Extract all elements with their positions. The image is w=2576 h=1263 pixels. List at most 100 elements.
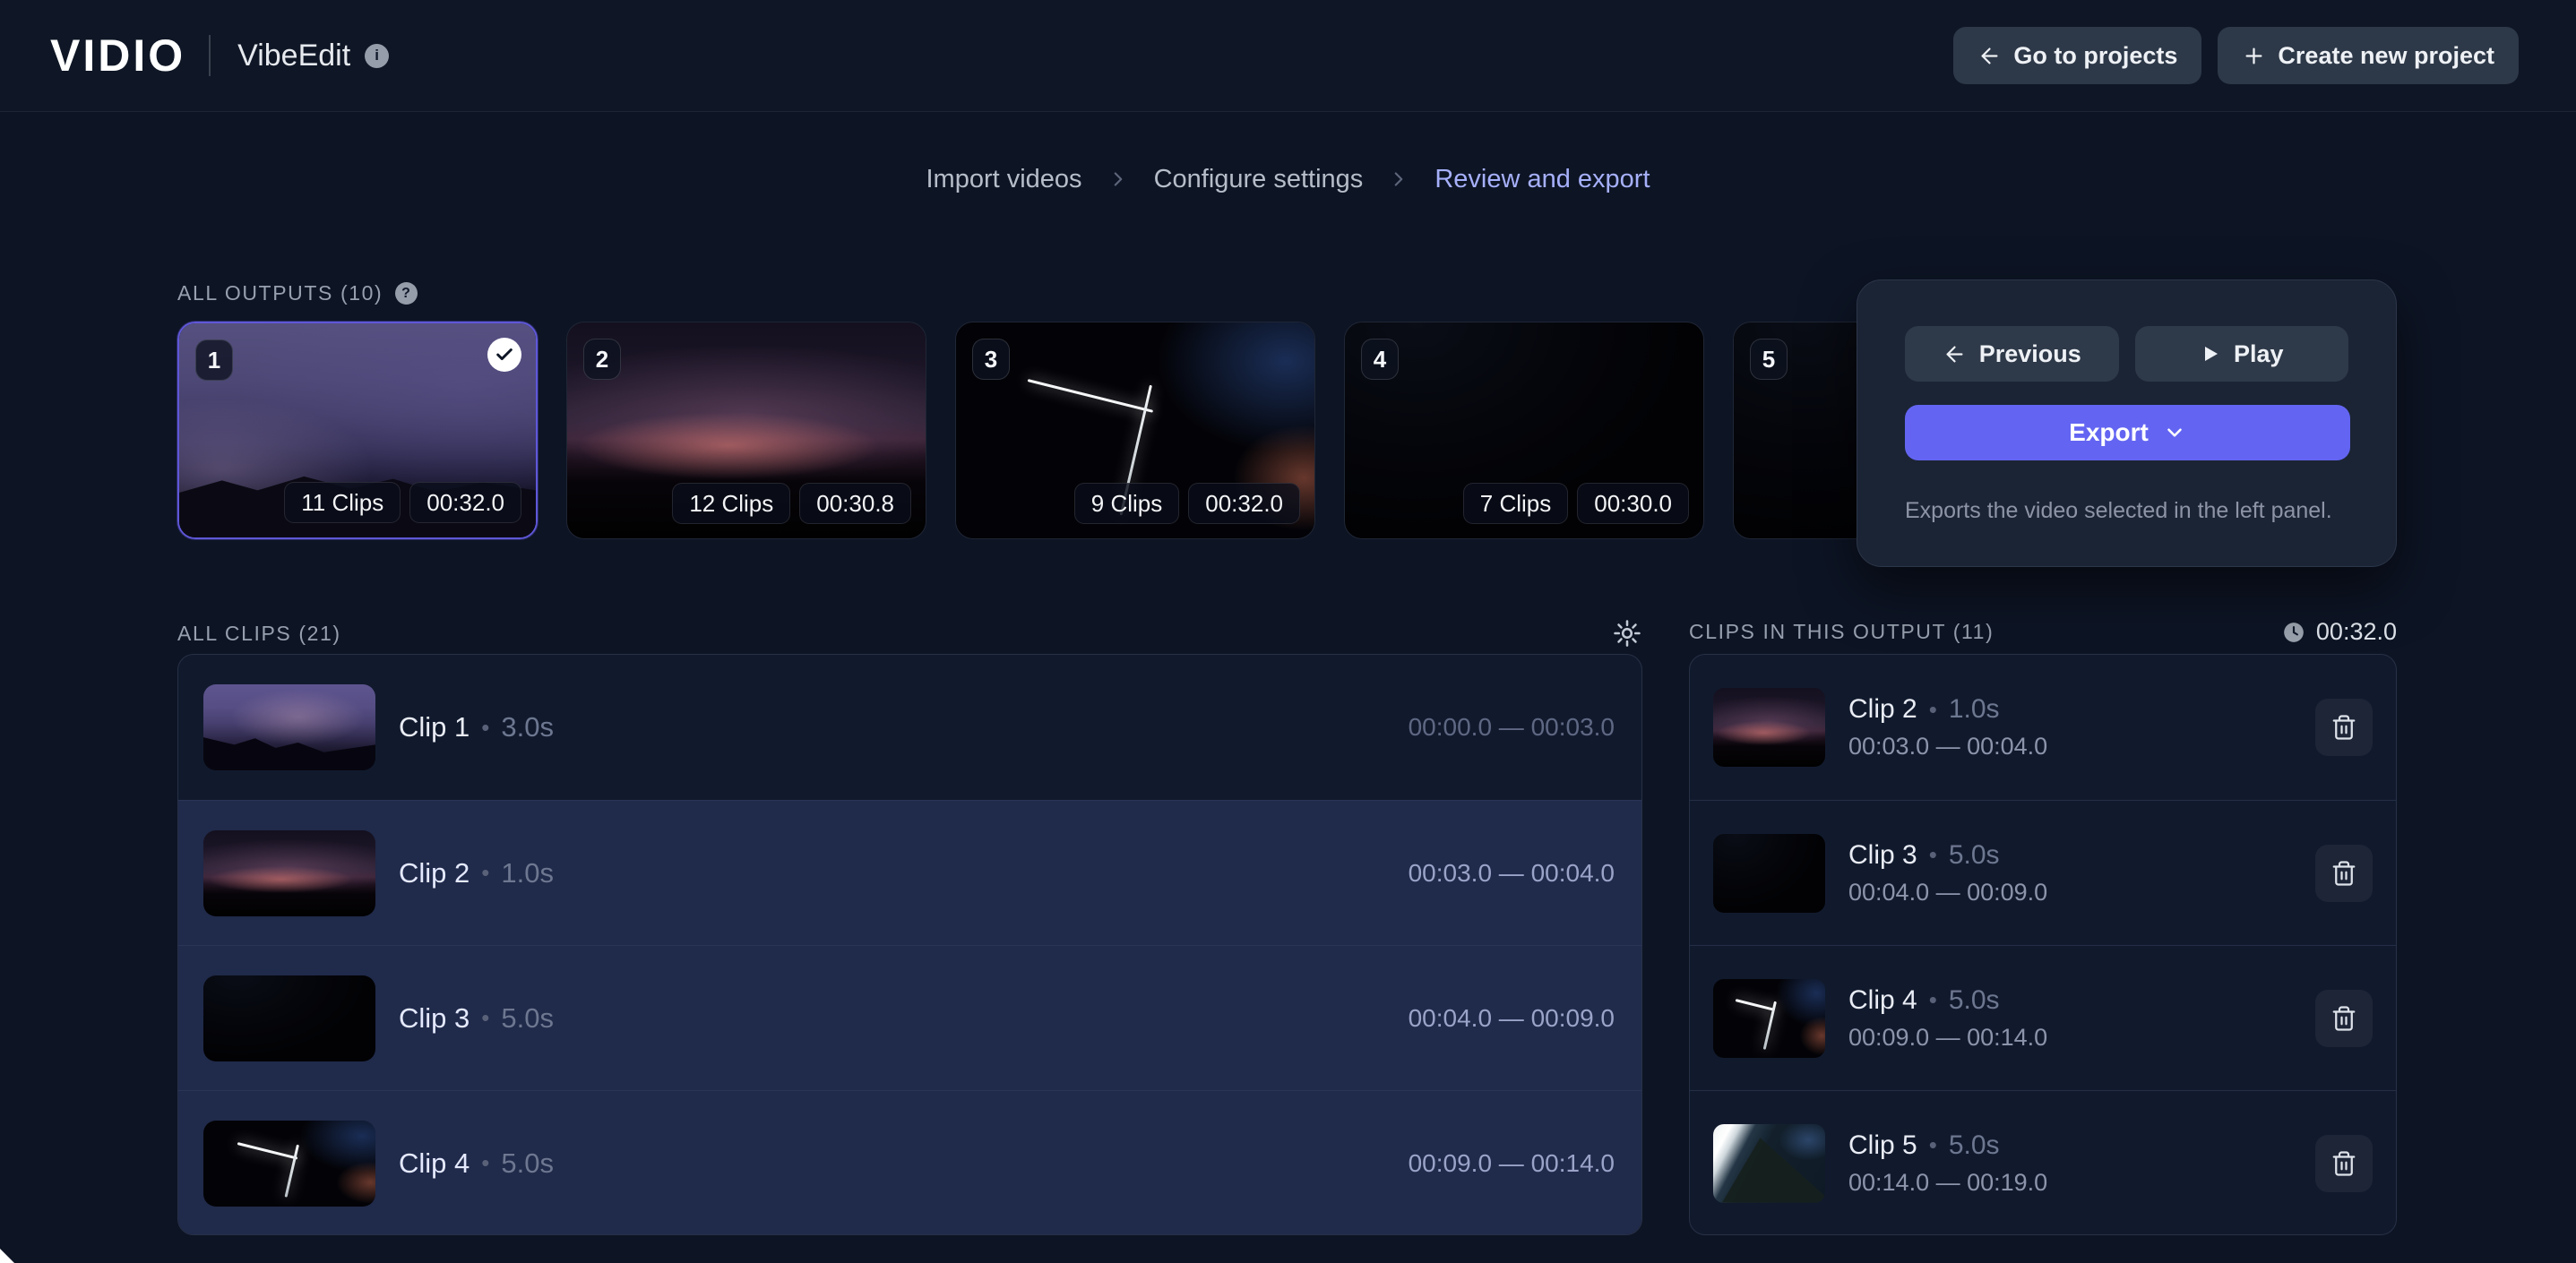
export-panel-buttons: Previous Play (1905, 326, 2348, 382)
create-new-project-button[interactable]: Create new project (2218, 27, 2519, 84)
duration-badge: 00:32.0 (409, 482, 521, 523)
vidio-app: { "topbar": { "logo": "VIDIO", "project_… (0, 0, 2576, 1263)
clip-duration: 1.0s (501, 857, 554, 889)
all-outputs-title: ALL OUTPUTS (10) (177, 281, 383, 305)
dot-separator-icon (481, 1149, 489, 1177)
corner-cursor-artifact (0, 1249, 14, 1263)
clip-name: Clip 2 (399, 857, 470, 889)
output-clip-3-thumbnail (1713, 834, 1825, 913)
clip-name: Clip 4 (1848, 985, 1917, 1016)
clip-2-info: Clip 2 1.0s (399, 857, 554, 889)
step-import-videos[interactable]: Import videos (926, 165, 1081, 194)
clip-4-info: Clip 4 5.0s (399, 1147, 554, 1180)
clip-count-badge: 12 Clips (672, 483, 790, 524)
dot-separator-icon (481, 859, 489, 887)
clips-settings-button[interactable] (1612, 618, 1642, 649)
clip-2-thumbnail (203, 830, 375, 916)
create-new-project-label: Create new project (2278, 42, 2494, 70)
clip-name: Clip 4 (399, 1147, 470, 1180)
play-icon (2200, 343, 2221, 365)
remove-clip-button[interactable] (2315, 845, 2373, 902)
dot-separator-icon (1929, 1131, 1937, 1159)
clip-time-range: 00:14.0 — 00:19.0 (1848, 1169, 2047, 1197)
output-card-1[interactable]: 1 11 Clips 00:32.0 (177, 322, 538, 539)
clock-icon (2282, 621, 2305, 644)
go-to-projects-label: Go to projects (2013, 42, 2177, 70)
breadcrumb: Import videos Configure settings Review … (0, 159, 2576, 199)
output-number-badge: 3 (972, 339, 1010, 380)
clip-4-thumbnail (203, 1121, 375, 1207)
step-review-and-export[interactable]: Review and export (1434, 165, 1650, 194)
project-name: VibeEdit (237, 39, 350, 73)
output-card-4[interactable]: 4 7 Clips 00:30.0 (1344, 322, 1704, 539)
output-number-badge: 5 (1750, 339, 1788, 380)
output-clip-5-thumbnail (1713, 1124, 1825, 1203)
output-4-badges: 7 Clips 00:30.0 (1463, 483, 1689, 524)
plus-icon (2242, 44, 2266, 68)
output-clips-list: Clip 2 1.0s 00:03.0 — 00:04.0 Clip 3 5.0… (1689, 654, 2397, 1235)
go-to-projects-button[interactable]: Go to projects (1953, 27, 2201, 84)
total-duration-value: 00:32.0 (2316, 618, 2397, 646)
clip-row-4[interactable]: Clip 4 5.0s 00:09.0 — 00:14.0 (178, 1090, 1641, 1235)
clip-time-range: 00:03.0 — 00:04.0 (1409, 859, 1615, 888)
all-clips-list: Clip 1 3.0s 00:00.0 — 00:03.0 Clip 2 1.0… (177, 654, 1642, 1235)
output-clip-5-info: Clip 5 5.0s 00:14.0 — 00:19.0 (1848, 1130, 2047, 1197)
duration-badge: 00:30.0 (1577, 483, 1689, 524)
help-icon[interactable] (395, 282, 418, 305)
trash-icon (2330, 860, 2357, 887)
export-button[interactable]: Export (1905, 405, 2350, 460)
clip-row-2[interactable]: Clip 2 1.0s 00:03.0 — 00:04.0 (178, 800, 1641, 945)
output-clip-4-info: Clip 4 5.0s 00:09.0 — 00:14.0 (1848, 985, 2047, 1052)
clip-count-badge: 11 Clips (284, 482, 401, 523)
dot-separator-icon (481, 1004, 489, 1032)
previous-button[interactable]: Previous (1905, 326, 2119, 382)
play-button[interactable]: Play (2135, 326, 2349, 382)
chevron-right-icon (1387, 168, 1410, 191)
clip-duration: 5.0s (1949, 1130, 2000, 1161)
duration-badge: 00:30.8 (799, 483, 911, 524)
output-3-badges: 9 Clips 00:32.0 (1074, 483, 1300, 524)
all-outputs-header: ALL OUTPUTS (10) (177, 281, 418, 305)
dot-separator-icon (1929, 696, 1937, 724)
clip-duration: 5.0s (501, 1147, 554, 1180)
clip-name: Clip 3 (399, 1002, 470, 1035)
trash-icon (2330, 1005, 2357, 1032)
output-clip-4-thumbnail (1713, 979, 1825, 1058)
output-card-3[interactable]: 3 9 Clips 00:32.0 (955, 322, 1315, 539)
clip-row-1[interactable]: Clip 1 3.0s 00:00.0 — 00:03.0 (178, 655, 1641, 800)
remove-clip-button[interactable] (2315, 990, 2373, 1047)
clip-duration: 5.0s (501, 1002, 554, 1035)
info-icon[interactable] (365, 44, 389, 68)
all-clips-header: ALL CLIPS (21) (177, 618, 1642, 649)
output-clip-row-2[interactable]: Clip 3 5.0s 00:04.0 — 00:09.0 (1690, 800, 2396, 945)
clip-row-3[interactable]: Clip 3 5.0s 00:04.0 — 00:09.0 (178, 945, 1641, 1090)
vidio-logo: VIDIO (50, 30, 185, 82)
output-total-duration: 00:32.0 (2282, 618, 2397, 646)
clip-time-range: 00:03.0 — 00:04.0 (1848, 733, 2047, 760)
output-number-badge: 1 (195, 339, 233, 381)
remove-clip-button[interactable] (2315, 699, 2373, 756)
output-card-2[interactable]: 2 12 Clips 00:30.8 (566, 322, 926, 539)
dot-separator-icon (481, 714, 489, 742)
output-clip-row-1[interactable]: Clip 2 1.0s 00:03.0 — 00:04.0 (1690, 655, 2396, 800)
topbar-divider (209, 35, 211, 76)
arrow-left-icon (1977, 44, 2002, 68)
step-configure-settings[interactable]: Configure settings (1154, 165, 1364, 194)
output-clip-row-4[interactable]: Clip 5 5.0s 00:14.0 — 00:19.0 (1690, 1090, 2396, 1235)
play-label: Play (2234, 340, 2284, 368)
clip-name: Clip 3 (1848, 840, 1917, 871)
clip-name: Clip 1 (399, 711, 470, 743)
output-clips-header: CLIPS IN THIS OUTPUT (11) 00:32.0 (1689, 618, 2397, 646)
remove-clip-button[interactable] (2315, 1135, 2373, 1192)
selected-check-icon (487, 338, 521, 372)
clip-3-thumbnail (203, 975, 375, 1061)
clip-3-info: Clip 3 5.0s (399, 1002, 554, 1035)
clip-time-range: 00:09.0 — 00:14.0 (1848, 1024, 2047, 1052)
trash-icon (2330, 714, 2357, 741)
output-clip-row-3[interactable]: Clip 4 5.0s 00:09.0 — 00:14.0 (1690, 945, 2396, 1090)
dot-separator-icon (1929, 986, 1937, 1014)
export-panel: Previous Play Export Exports the video s… (1857, 279, 2397, 567)
arrow-left-icon (1943, 342, 1967, 366)
export-caption: Exports the video selected in the left p… (1905, 498, 2348, 524)
export-label: Export (2069, 418, 2149, 447)
